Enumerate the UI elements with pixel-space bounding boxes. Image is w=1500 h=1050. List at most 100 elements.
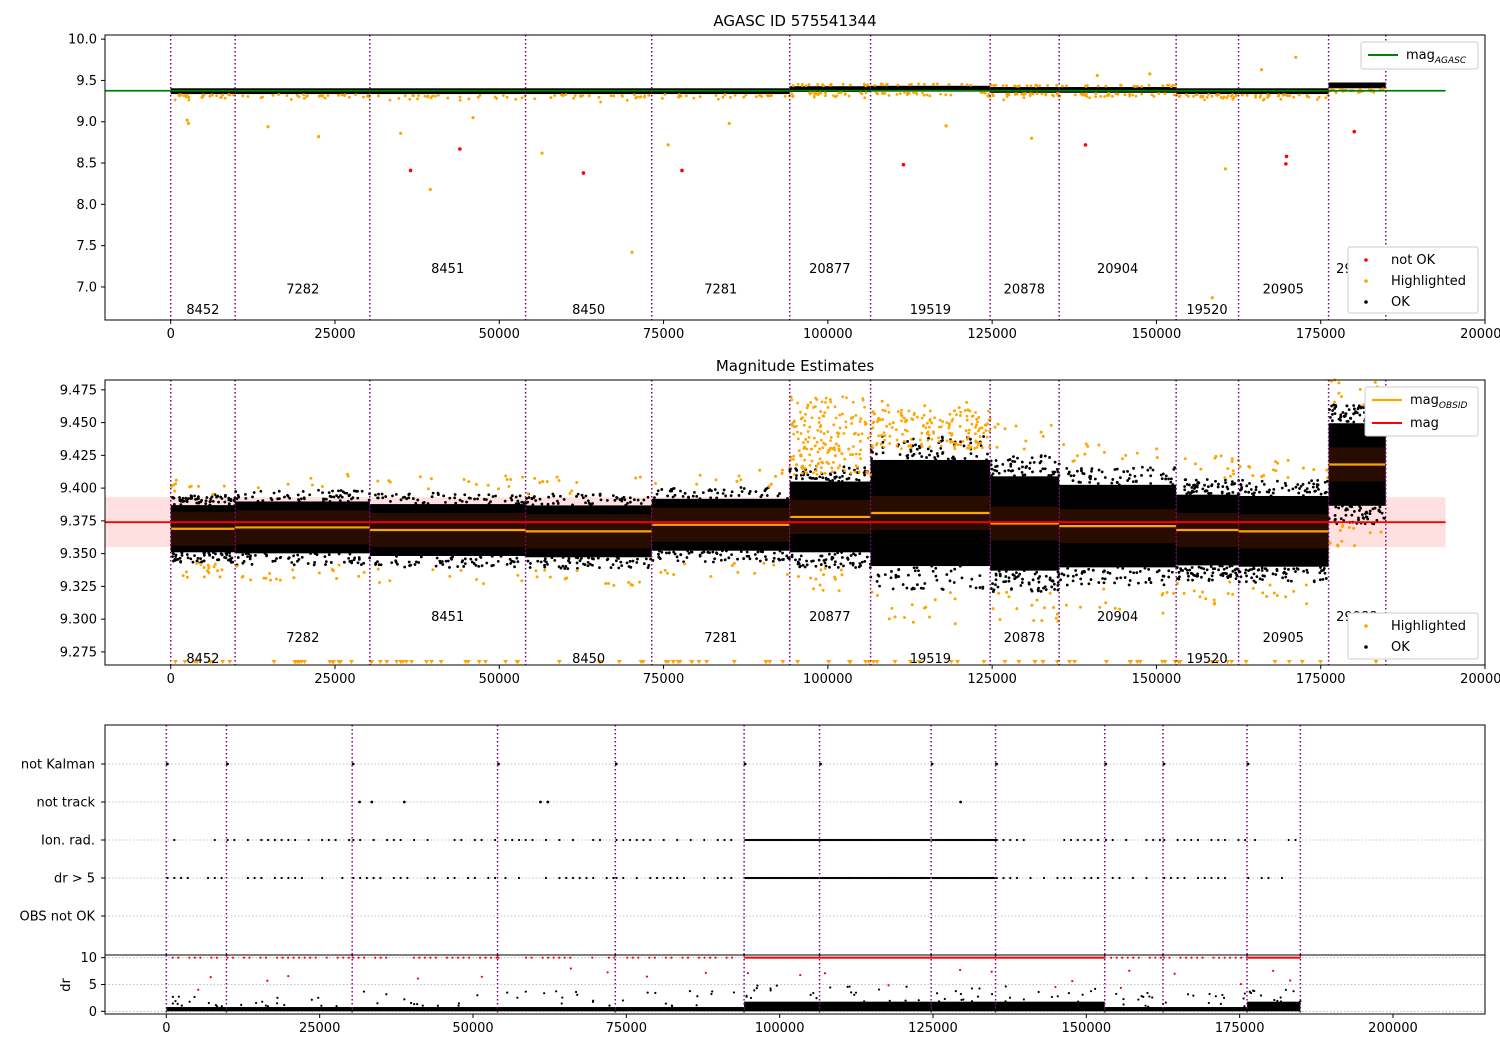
ok-point <box>1097 468 1101 472</box>
highlighted-point <box>340 93 344 97</box>
highlighted-point <box>792 454 796 458</box>
dr-capped-point <box>226 956 229 959</box>
panel2-line-legend[interactable]: magOBSID mag <box>1364 386 1479 437</box>
ok-point <box>278 556 282 560</box>
highlighted-point <box>812 95 816 99</box>
highlighted-point <box>1207 93 1210 96</box>
highlighted-point <box>858 439 862 443</box>
ok-point <box>1160 578 1164 582</box>
ok-point <box>1192 573 1195 577</box>
ok-point <box>1303 489 1307 493</box>
ok-point <box>953 567 957 571</box>
ion-rad-point <box>213 838 216 842</box>
highlighted-point <box>1204 597 1208 601</box>
panel1-line-legend[interactable]: magAGASC <box>1360 41 1479 70</box>
ok-point <box>992 588 996 592</box>
ok-point <box>833 471 837 475</box>
highlighted-point <box>888 422 892 426</box>
dr-ok-point <box>254 1001 258 1005</box>
legend-marker-ok <box>1364 645 1368 649</box>
highlighted-point <box>1226 94 1230 98</box>
ok-point <box>949 569 953 573</box>
dr-ok-point <box>888 999 891 1002</box>
dr-ok-point <box>812 991 815 995</box>
highlighted-point <box>1102 450 1106 454</box>
ok-point <box>871 450 874 454</box>
p2-ytick-label: 9.300 <box>60 613 97 628</box>
ok-point <box>998 572 1002 576</box>
highlighted-point <box>821 83 825 86</box>
ok-point <box>313 561 317 564</box>
highlighted-point <box>1285 94 1289 97</box>
dr-ok-point <box>938 1000 941 1003</box>
ok-point <box>655 492 659 496</box>
highlighted-below-limit-marker <box>227 660 233 664</box>
ok-point <box>1111 478 1115 481</box>
highlighted-point <box>829 439 832 442</box>
ok-point <box>730 553 734 556</box>
highlighted-point <box>416 97 419 101</box>
dr-capped-point <box>637 956 640 959</box>
ok-point <box>219 552 223 555</box>
ok-point <box>199 557 203 561</box>
highlighted-point <box>796 575 800 579</box>
highlighted-below-limit-marker <box>1040 660 1046 664</box>
highlighted-point <box>880 399 884 403</box>
panel1-point-legend[interactable]: not OK Highlighted OK <box>1347 246 1479 314</box>
dr-ok-point <box>1142 995 1145 998</box>
figure: AGASC ID 575541344 845272828451845072812… <box>20 12 1500 1036</box>
highlighted-point <box>629 583 633 587</box>
highlighted-point <box>568 491 572 495</box>
dr-over-5-point <box>321 876 324 880</box>
highlighted-point <box>1292 95 1296 99</box>
highlighted-point <box>758 468 762 472</box>
ion-rad-point <box>1022 838 1025 842</box>
highlighted-point <box>1334 91 1338 95</box>
ok-point <box>860 560 864 564</box>
dr-ok-point <box>276 996 279 999</box>
highlighted-point <box>1014 424 1018 428</box>
ok-point <box>1020 581 1024 585</box>
highlighted-point <box>863 96 867 100</box>
highlighted-below-limit-marker <box>438 660 444 664</box>
ok-point <box>414 501 418 505</box>
highlighted-point <box>838 464 842 467</box>
highlighted-point <box>841 82 845 86</box>
highlighted-point <box>1134 94 1138 98</box>
ion-rad-point <box>504 838 507 842</box>
highlighted-point <box>976 443 980 446</box>
ok-point <box>1055 468 1059 471</box>
highlighted-below-limit-marker <box>704 660 710 664</box>
ion-rad-point <box>995 838 998 842</box>
highlighted-point <box>1214 454 1218 458</box>
ok-point <box>453 493 457 496</box>
ok-point <box>794 558 797 562</box>
highlighted-point <box>967 431 971 435</box>
panel2-point-legend[interactable]: Highlighted OK <box>1347 612 1479 660</box>
ok-point <box>890 570 893 573</box>
highlighted-point <box>895 92 899 96</box>
highlighted-point <box>974 425 977 429</box>
ok-point <box>517 502 521 506</box>
ok-point <box>389 500 392 503</box>
highlighted-point <box>1304 583 1308 587</box>
highlighted-point <box>211 492 215 496</box>
ok-point <box>1361 516 1365 519</box>
highlighted-point <box>1266 93 1270 97</box>
dr-not-ok-point <box>799 973 802 977</box>
not-kalman-point <box>1162 762 1166 766</box>
obsid-label: 8451 <box>431 610 464 625</box>
ion-rad-point <box>460 838 463 842</box>
dr-capped-point <box>314 956 317 959</box>
highlighted-point <box>956 443 960 447</box>
dr-over-5-point <box>1203 876 1206 880</box>
highlighted-point <box>807 83 811 86</box>
highlighted-point <box>815 398 819 401</box>
highlighted-point <box>821 588 825 592</box>
highlighted-point <box>1297 93 1301 97</box>
ok-point <box>636 557 639 561</box>
dr-ok-point <box>990 993 994 996</box>
ok-point <box>411 497 415 500</box>
highlighted-point <box>732 561 736 565</box>
dr-ok-point <box>362 990 366 993</box>
